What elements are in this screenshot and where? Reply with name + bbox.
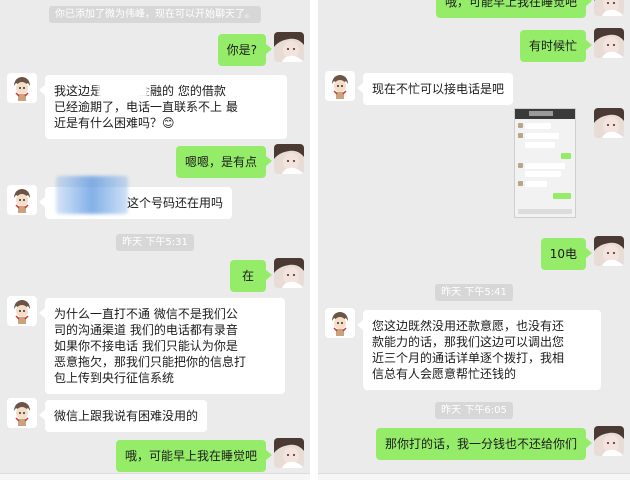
message-bubble-outgoing[interactable]: 哦，可能早上我在睡觉吧 [435, 0, 593, 18]
thumbnail-header [515, 109, 575, 119]
input-bar [318, 473, 630, 480]
message-bubble-outgoing[interactable]: 嗯嗯，是有点 [175, 146, 273, 178]
chat-panel-right: 哦，可能早上我在睡觉吧 有时候忙 现在不忙可以接电话是吧 10电 昨天 下午5:… [318, 0, 630, 480]
message-bubble-incoming[interactable]: 为什么一直打不通 微信不是我们公 司的沟通渠道 我们的电话都有录音 如果你不接电… [39, 298, 285, 394]
chat-screenshot-thumbnail[interactable] [514, 108, 576, 218]
outgoing-avatar-icon[interactable] [274, 258, 304, 288]
outgoing-avatar-icon[interactable] [594, 28, 624, 58]
message-bubble-incoming[interactable]: 现在不忙可以接电话是吧 [356, 73, 514, 105]
chat-panel-left: 你已添加了微为伟峰，现在可以开始聊天了。 你是? 我这边是 金融的 您的借款 已… [0, 0, 310, 480]
message-bubble-outgoing[interactable]: 10电 [540, 238, 593, 270]
redaction-mark [98, 82, 148, 98]
panel-divider [310, 0, 318, 480]
timestamp: 昨天 下午6:05 [318, 402, 630, 419]
incoming-avatar-icon[interactable] [7, 398, 37, 428]
redaction-blur [56, 176, 128, 214]
message-bubble-outgoing[interactable]: 哦，可能早上我在睡觉吧 [115, 440, 273, 472]
timestamp: 昨天 下午5:31 [0, 234, 310, 251]
incoming-avatar-icon[interactable] [7, 73, 37, 103]
message-bubble-incoming[interactable]: 您这边既然没用还款意愿，也没有还 款能力的话，那我们这边可以调出您 近三个月的通… [357, 310, 601, 390]
message-bubble-outgoing[interactable]: 有时候忙 [519, 30, 593, 62]
incoming-avatar-icon[interactable] [7, 185, 37, 215]
outgoing-avatar-icon[interactable] [274, 32, 304, 62]
outgoing-avatar-icon[interactable] [274, 438, 304, 468]
message-bubble-incoming[interactable]: 我这边是 金融的 您的借款 已经逾期了，电话一直联系不上 最 近是有什么困难吗？… [39, 75, 287, 139]
incoming-avatar-icon[interactable] [325, 71, 355, 101]
outgoing-avatar-icon[interactable] [594, 108, 624, 138]
outgoing-avatar-icon[interactable] [594, 0, 624, 16]
timestamp: 昨天 下午5:41 [318, 284, 630, 301]
incoming-avatar-icon[interactable] [7, 296, 37, 326]
message-bubble-incoming[interactable]: 微信上跟我说有困难没用的 [38, 400, 208, 432]
message-bubble-outgoing[interactable]: 那你打的话，我一分钱也不还给你们 [375, 428, 593, 460]
message-bubble-outgoing[interactable]: 在 [229, 260, 273, 292]
incoming-avatar-icon[interactable] [325, 308, 355, 338]
outgoing-avatar-icon[interactable] [594, 426, 624, 456]
system-notice: 你已添加了微为伟峰，现在可以开始聊天了。 [0, 6, 310, 23]
message-bubble-outgoing[interactable]: 你是? [217, 34, 273, 66]
outgoing-avatar-icon[interactable] [274, 144, 304, 174]
outgoing-avatar-icon[interactable] [594, 236, 624, 266]
input-bar [0, 473, 310, 480]
